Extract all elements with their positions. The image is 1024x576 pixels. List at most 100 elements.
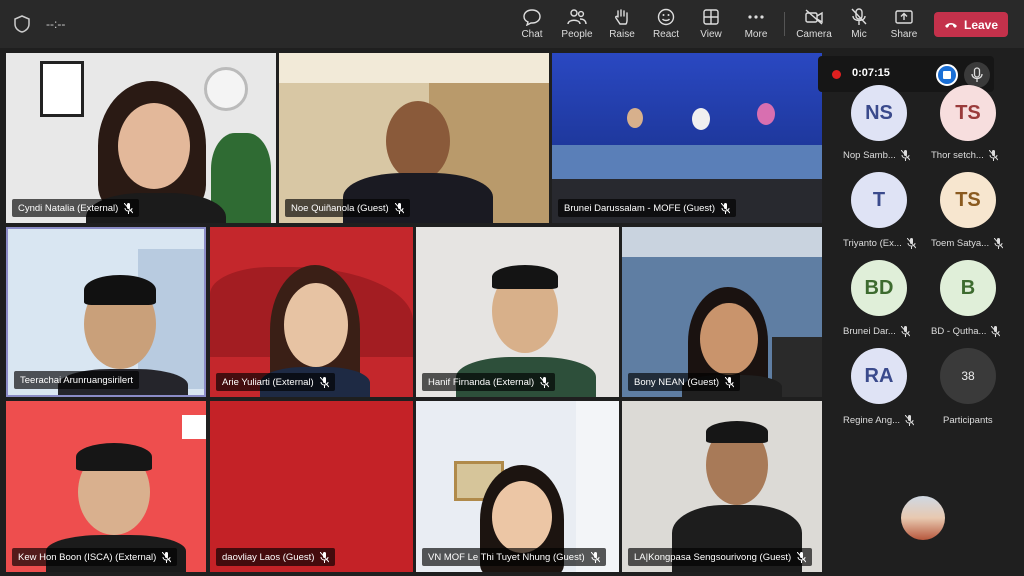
participant-name-tag: Bony NEAN (Guest)	[628, 373, 740, 391]
recording-timer: 0:07:15	[852, 67, 890, 79]
chat-icon	[523, 9, 541, 26]
meeting-timer: --:--	[46, 17, 66, 31]
mic-off-icon	[590, 551, 600, 563]
participant-avatar[interactable]: BD	[851, 260, 907, 316]
self-view-thumbnail[interactable]	[901, 496, 945, 540]
participant-avatar-name: Triyanto (Ex...	[843, 238, 916, 249]
chat-label: Chat	[521, 29, 543, 40]
participant-video	[627, 108, 643, 128]
video-tile[interactable]: daovliay Laos (Guest)	[210, 401, 413, 572]
participant-name-tag: VN MOF Le Thi Tuyet Nhung (Guest)	[422, 548, 606, 566]
participant-name-tag: Kew Hon Boon (ISCA) (External)	[12, 548, 178, 566]
participant-name-tag: Hanif Firnanda (External)	[422, 373, 556, 391]
recording-dot-icon	[832, 70, 841, 79]
more-button[interactable]: More	[734, 6, 778, 44]
mic-off-icon	[906, 238, 916, 249]
mic-label: Mic	[851, 29, 867, 40]
participant-name-tag: Cyndi Natalia (External)	[12, 199, 140, 217]
participant-name-tag: daovliay Laos (Guest)	[216, 548, 336, 566]
participant-avatar[interactable]: B	[940, 260, 996, 316]
react-icon	[657, 8, 675, 26]
toolbar-divider	[784, 12, 785, 36]
participant-video	[386, 101, 450, 181]
participant-name-tag: Brunei Darussalam - MOFE (Guest)	[558, 199, 736, 217]
window	[576, 401, 619, 572]
more-icon	[748, 15, 764, 19]
chat-button[interactable]: Chat	[510, 6, 554, 44]
raise-hand-button[interactable]: Raise	[600, 6, 644, 44]
view-button[interactable]: View	[689, 6, 733, 44]
phone-hangup-icon	[944, 22, 957, 28]
mic-off-icon	[988, 150, 998, 161]
participant-avatar-name: Nop Samb...	[843, 150, 910, 161]
participants-overflow-label: Participants	[943, 415, 993, 426]
mic-off-icon	[797, 551, 807, 563]
video-tile[interactable]: LA|Kongpasa Sengsourivong (Guest)	[622, 401, 822, 572]
mic-off-icon	[991, 326, 1001, 337]
participant-avatar-name: BD - Qutha...	[931, 326, 1001, 337]
participant-avatar[interactable]: TS	[940, 172, 996, 228]
mic-off-icon	[540, 376, 550, 388]
react-label: React	[652, 29, 680, 40]
mic-off-icon	[725, 376, 734, 388]
camera-off-icon	[805, 9, 823, 25]
share-button[interactable]: Share	[882, 6, 926, 44]
view-icon	[703, 9, 719, 25]
mic-off-icon	[851, 8, 867, 25]
ceiling	[622, 227, 822, 257]
people-label: People	[561, 29, 593, 40]
participant-avatar-name: Regine Ang...	[843, 415, 915, 426]
video-tile[interactable]: VN MOF Le Thi Tuyet Nhung (Guest)	[416, 401, 619, 572]
video-tile[interactable]: Bony NEAN (Guest)	[622, 227, 822, 397]
share-icon	[895, 10, 913, 24]
share-label: Share	[890, 29, 918, 40]
participant-avatar[interactable]: TS	[940, 85, 996, 141]
ceiling	[279, 53, 549, 83]
react-button[interactable]: React	[644, 6, 688, 44]
mic-off-icon	[994, 238, 1004, 249]
video-tile[interactable]: Noe Quiñanola (Guest)	[279, 53, 549, 223]
logo-card	[182, 415, 206, 439]
wall-clock	[204, 67, 248, 111]
participant-avatar-name: Toem Satya...	[931, 238, 1004, 249]
video-tile[interactable]: Kew Hon Boon (ISCA) (External)	[6, 401, 206, 572]
participants-overflow-button[interactable]: 38	[940, 348, 996, 404]
participant-name-tag: Noe Quiñanola (Guest)	[285, 199, 410, 217]
participant-avatar[interactable]: RA	[851, 348, 907, 404]
more-label: More	[744, 29, 768, 40]
mic-off-icon	[320, 551, 330, 563]
shield-icon	[14, 15, 30, 33]
conference-table	[552, 145, 822, 179]
mic-off-icon	[720, 202, 730, 214]
leave-button[interactable]: Leave	[934, 12, 1008, 37]
video-tile[interactable]: Hanif Firnanda (External)	[416, 227, 619, 397]
view-label: View	[700, 29, 722, 40]
mic-off-icon	[905, 415, 915, 426]
wall-frame	[40, 61, 84, 117]
mic-button[interactable]: Mic	[837, 6, 881, 44]
mic-off-icon	[900, 150, 910, 161]
mic-off-icon	[394, 202, 404, 214]
leave-label: Leave	[963, 17, 999, 32]
people-button[interactable]: People	[555, 6, 599, 44]
meeting-toolbar: --:-- Chat People Raise React View More …	[0, 0, 1024, 48]
raise-label: Raise	[609, 29, 635, 40]
mic-off-icon	[162, 551, 172, 563]
stop-recording-button[interactable]	[936, 64, 958, 86]
participant-name-tag: Teerachai Arunruangsirilert	[14, 371, 140, 389]
mic-off-icon	[124, 202, 134, 214]
participant-name-tag: Arie Yuliarti (External)	[216, 373, 335, 391]
mic-off-icon	[319, 376, 329, 388]
participant-name-tag: LA|Kongpasa Sengsourivong (Guest)	[628, 548, 813, 566]
participant-avatar-name: Brunei Dar...	[843, 326, 910, 337]
video-tile[interactable]: Cyndi Natalia (External)	[6, 53, 276, 223]
camera-button[interactable]: Camera	[792, 6, 836, 44]
camera-label: Camera	[796, 29, 832, 40]
video-tile-active-speaker[interactable]: Teerachai Arunruangsirilert	[6, 227, 206, 397]
video-tile[interactable]: Arie Yuliarti (External)	[210, 227, 413, 397]
raise-hand-icon	[615, 9, 628, 25]
video-tile[interactable]: Brunei Darussalam - MOFE (Guest)	[552, 53, 822, 223]
participant-avatar[interactable]: T	[851, 172, 907, 228]
people-icon	[567, 9, 587, 25]
participant-avatar[interactable]: NS	[851, 85, 907, 141]
